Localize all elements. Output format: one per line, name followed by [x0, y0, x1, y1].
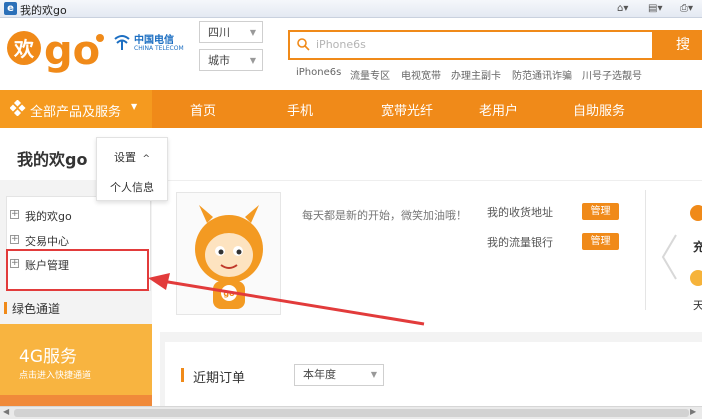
window-title-bar: e 我的欢go ⌂▾ ▤▾ ⎙▾	[0, 0, 702, 18]
telecom-name-en: CHINA TELECOM	[134, 45, 184, 52]
print-icon[interactable]: ⎙▾	[680, 2, 693, 15]
search-icon	[297, 38, 310, 51]
annotation-arrow	[148, 273, 425, 326]
sidebar-item-my-huango[interactable]: + 我的欢go	[10, 208, 72, 224]
home-icon[interactable]: ⌂▾	[617, 2, 628, 15]
annotation-highlight-box	[6, 249, 149, 291]
page-title: 我的欢go	[17, 150, 88, 169]
city-value: 城市	[208, 54, 230, 67]
manage-address-button[interactable]: 管理	[582, 203, 619, 220]
nav-item-existing-users[interactable]: 老用户	[479, 100, 518, 119]
welcome-message: 每天都是新的开始，微笑加油哦！	[302, 209, 467, 222]
province-value: 四川	[208, 26, 230, 39]
chevron-down-icon: ▼	[249, 56, 256, 65]
nav-item-home[interactable]: 首页	[190, 100, 216, 119]
side-label-day[interactable]: 天	[693, 297, 702, 313]
side-label-recharge[interactable]: 充	[693, 238, 702, 255]
4g-service-title: 4G服务	[19, 347, 77, 367]
chevron-up-icon: ^	[142, 154, 151, 164]
4g-service-subtitle: 点击进入快捷通道	[19, 371, 92, 381]
china-telecom-logo[interactable]: 中国电信 CHINA TELECOM	[112, 30, 187, 60]
horizontal-scrollbar[interactable]: ◀ ▶	[0, 406, 702, 419]
side-avatar	[690, 270, 702, 286]
sidebar-item-transactions[interactable]: + 交易中心	[10, 233, 69, 249]
chevron-down-icon: ▼	[370, 370, 377, 379]
window-title: 我的欢go	[20, 4, 67, 17]
hot-link[interactable]: 防范通讯诈骗	[512, 67, 572, 82]
scroll-left-icon[interactable]: ◀	[3, 407, 9, 416]
menu-item-personal-info[interactable]: 个人信息	[110, 179, 154, 195]
scrollbar-thumb[interactable]	[14, 409, 689, 417]
huango-logo[interactable]: 欢 go	[6, 18, 106, 80]
svg-text:go: go	[44, 28, 100, 74]
city-select[interactable]: 城市 ▼	[199, 49, 263, 71]
hot-link[interactable]: 流量专区	[350, 67, 390, 82]
browser-icon: e	[4, 2, 17, 15]
sidebar-item-label: 交易中心	[25, 235, 69, 248]
side-avatar	[690, 205, 702, 221]
all-products-label: 全部产品及服务	[30, 105, 122, 120]
data-bank-label: 我的流量银行	[487, 236, 553, 249]
search-input[interactable]: iPhone6s	[288, 30, 654, 60]
year-filter-value: 本年度	[303, 368, 336, 381]
search-placeholder: iPhone6s	[316, 38, 366, 51]
all-products-menu[interactable]: 全部产品及服务 ▼	[0, 90, 152, 128]
scroll-right-icon[interactable]: ▶	[690, 407, 696, 416]
section-marker	[4, 302, 7, 314]
green-channel-heading: 绿色通道	[12, 302, 61, 316]
diamond-grid-icon	[10, 100, 26, 116]
sidebar-item-label: 我的欢go	[25, 210, 72, 223]
telecom-name-cn: 中国电信	[134, 35, 174, 46]
hot-link[interactable]: iPhone6s	[296, 67, 341, 78]
section-marker	[181, 368, 184, 382]
hot-link[interactable]: 办理主副卡	[451, 67, 501, 82]
recent-orders-title: 近期订单	[193, 371, 246, 386]
china-telecom-icon	[114, 35, 130, 50]
nav-item-phones[interactable]: 手机	[287, 100, 313, 119]
chevron-down-icon: ▼	[249, 28, 256, 37]
chevron-down-icon: ▼	[131, 102, 138, 111]
expand-icon: +	[10, 209, 19, 219]
svg-text:欢: 欢	[13, 37, 35, 61]
year-filter-select[interactable]: 本年度 ▼	[294, 364, 384, 386]
hot-link[interactable]: 川号子选靓号	[582, 67, 642, 82]
nav-item-broadband[interactable]: 宽带光纤	[381, 100, 433, 119]
settings-dropdown: 设置 ^ 个人信息	[96, 137, 168, 201]
manage-data-bank-button[interactable]: 管理	[582, 233, 619, 250]
chevron-left-icon[interactable]	[659, 232, 679, 282]
expand-icon: +	[10, 234, 19, 244]
divider	[645, 190, 646, 310]
search-button[interactable]: 搜索	[654, 30, 702, 83]
feeds-icon[interactable]: ▤▾	[648, 2, 662, 15]
settings-label: 设置	[114, 151, 136, 164]
hot-link[interactable]: 电视宽带	[401, 67, 441, 82]
nav-item-self-service[interactable]: 自助服务	[573, 100, 625, 119]
province-select[interactable]: 四川 ▼	[199, 21, 263, 43]
settings-menu-header[interactable]: 设置 ^	[114, 149, 150, 165]
shipping-address-label: 我的收货地址	[487, 206, 553, 219]
